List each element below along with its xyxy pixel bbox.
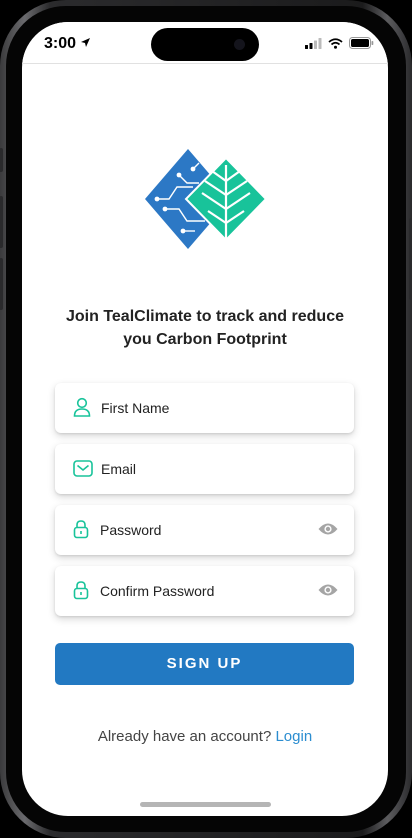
lock-icon [73, 581, 89, 600]
screen: 3:00 Join TealClimate to track and reduc… [22, 22, 388, 816]
battery-icon [349, 37, 374, 49]
dynamic-island [151, 28, 259, 61]
header-divider [22, 63, 388, 64]
phone-frame: 3:00 Join TealClimate to track and reduc… [0, 0, 412, 838]
login-prompt: Already have an account? Login [22, 728, 388, 745]
home-indicator[interactable] [140, 802, 271, 807]
eye-icon[interactable] [318, 522, 338, 536]
login-prompt-text: Already have an account? [97, 728, 272, 745]
confirm-password-field[interactable]: Confirm Password [55, 566, 354, 616]
volume-up-button [0, 196, 3, 248]
status-bar: 3:00 [22, 22, 388, 64]
login-link[interactable]: Login [275, 728, 312, 745]
email-placeholder: Email [101, 461, 137, 477]
sign-up-button[interactable]: SIGN UP [55, 643, 354, 685]
lock-icon [73, 520, 89, 539]
mute-switch [0, 148, 3, 172]
wifi-icon [328, 37, 343, 49]
status-time: 3:00 [44, 35, 77, 52]
user-icon [73, 397, 91, 417]
volume-down-button [0, 258, 3, 310]
eye-icon[interactable] [318, 583, 338, 597]
status-icons [305, 37, 374, 49]
email-field[interactable]: Email [55, 444, 354, 494]
confirm-password-placeholder: Confirm Password [100, 583, 215, 599]
camera-icon [234, 39, 245, 50]
page-title-line-1: Join TealClimate to track and reduce [65, 308, 344, 325]
cellular-signal-icon [305, 37, 322, 49]
page-title-line-2: you Carbon Footprint [123, 331, 287, 348]
envelope-icon [73, 460, 93, 477]
first-name-field[interactable]: First Name [55, 383, 354, 433]
location-arrow-icon [81, 38, 90, 47]
first-name-placeholder: First Name [101, 400, 170, 416]
page-title: Join TealClimate to track and reduce you… [46, 305, 364, 351]
tealclimate-logo-icon [145, 149, 267, 249]
password-field[interactable]: Password [55, 505, 354, 555]
password-placeholder: Password [100, 522, 162, 538]
